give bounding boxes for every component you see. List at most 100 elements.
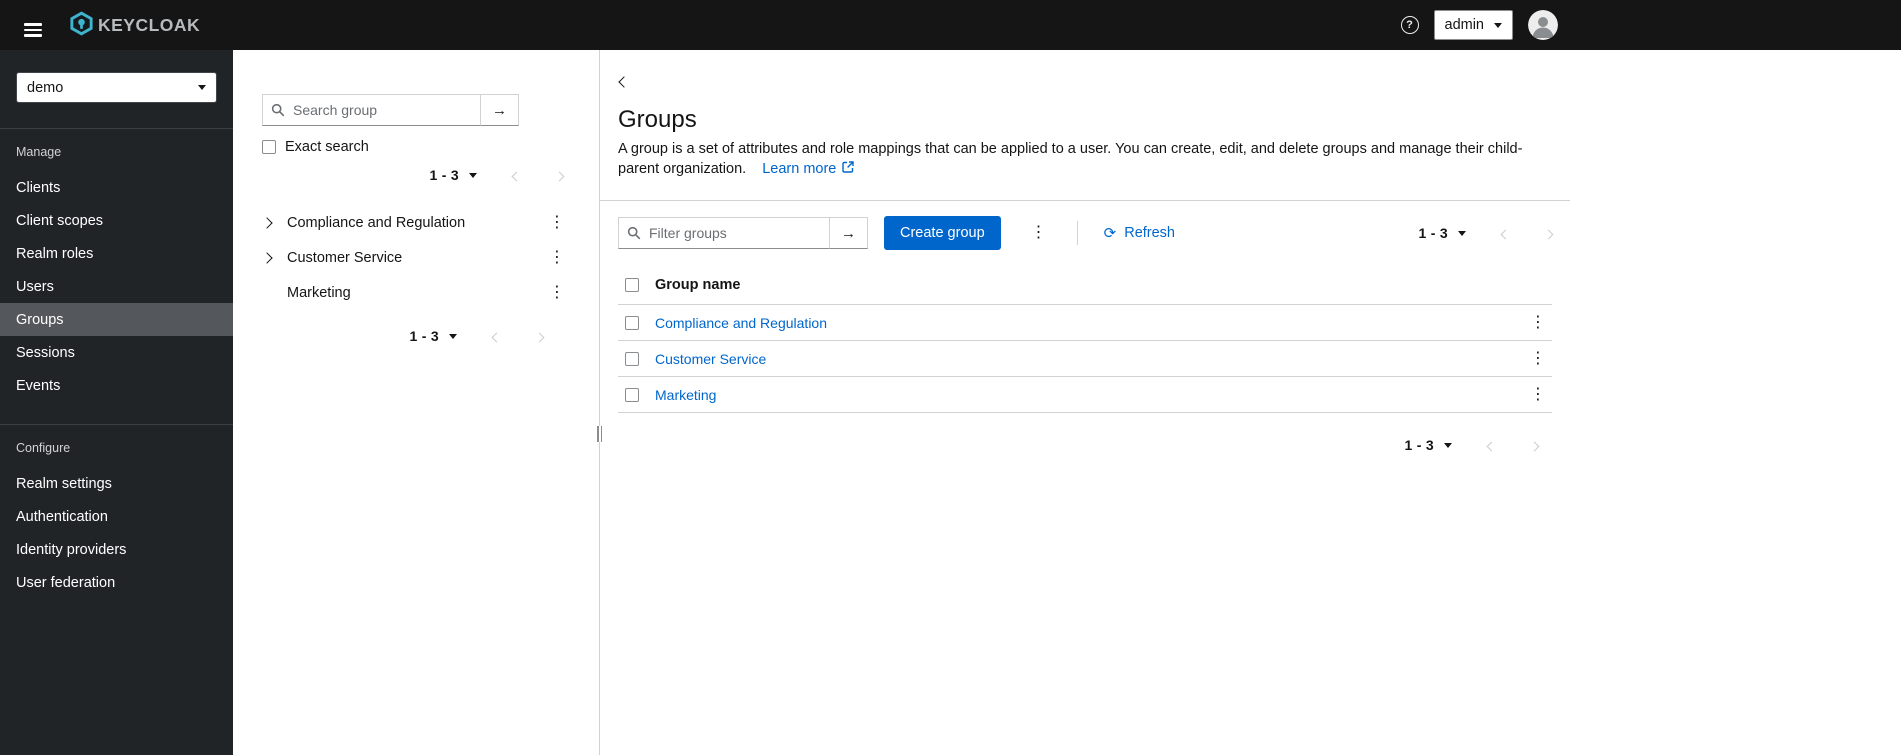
pagination-range: 1 - 3	[409, 328, 439, 344]
masthead-actions: ? admin	[1400, 0, 1558, 50]
sidebar: demo Manage Clients Client scopes Realm …	[0, 50, 233, 755]
app-body: demo Manage Clients Client scopes Realm …	[0, 50, 1901, 755]
avatar[interactable]	[1528, 10, 1558, 40]
row-checkbox[interactable]	[625, 387, 639, 402]
group-link[interactable]: Marketing	[655, 387, 716, 403]
select-all-checkbox[interactable]	[625, 277, 639, 292]
sidebar-item-identity-providers[interactable]: Identity providers	[0, 533, 233, 566]
expand-chevron-icon[interactable]	[261, 250, 287, 266]
search-submit-button[interactable]: →	[480, 94, 519, 126]
tree-pagination-top: 1 - 3	[233, 155, 599, 183]
realm-name: demo	[27, 79, 64, 96]
pagination-prev-button[interactable]	[1500, 226, 1511, 241]
pagination-next-button[interactable]	[1529, 438, 1540, 453]
group-tree-list: Compliance and Regulation ⋮ Customer Ser…	[233, 205, 599, 310]
sidebar-item-user-federation[interactable]: User federation	[0, 566, 233, 599]
kebab-menu-button[interactable]: ⋮	[545, 283, 569, 303]
pagination-next-button[interactable]	[1543, 226, 1554, 241]
sidebar-item-client-scopes[interactable]: Client scopes	[0, 204, 233, 237]
group-link[interactable]: Customer Service	[655, 351, 766, 367]
panel-resize-handle[interactable]	[597, 426, 602, 442]
column-header-group-name: Group name	[655, 276, 741, 293]
kebab-menu-button[interactable]: ⋮	[545, 213, 569, 233]
tree-item-marketing[interactable]: Marketing ⋮	[233, 275, 599, 310]
chevron-right-icon	[1529, 441, 1540, 451]
pagination-next-button[interactable]	[554, 168, 565, 183]
chevron-left-icon	[511, 171, 522, 181]
filter-submit-button[interactable]: →	[829, 217, 868, 249]
help-button[interactable]: ?	[1400, 16, 1419, 34]
group-search-input[interactable]	[262, 94, 481, 126]
chevron-left-icon	[491, 332, 502, 342]
realm-selector-container: demo	[0, 50, 233, 129]
pagination-prev-button[interactable]	[1486, 438, 1497, 453]
sidebar-item-clients[interactable]: Clients	[0, 171, 233, 204]
row-kebab-button[interactable]: ⋮	[1526, 349, 1550, 369]
main-content: Groups A group is a set of attributes an…	[600, 50, 1570, 755]
table-header-row: Group name	[618, 265, 1552, 305]
table-row[interactable]: Customer Service ⋮	[618, 341, 1552, 377]
table-pagination-bottom: 1 - 3	[618, 437, 1552, 453]
exact-search-checkbox[interactable]	[262, 140, 276, 154]
chevron-right-icon	[534, 332, 545, 342]
configure-nav-list: Realm settings Authentication Identity p…	[0, 467, 233, 599]
nav-toggle-button[interactable]	[10, 4, 56, 47]
table-row[interactable]: Compliance and Regulation ⋮	[618, 305, 1552, 341]
sidebar-item-groups[interactable]: Groups	[0, 303, 233, 336]
row-checkbox[interactable]	[625, 351, 639, 366]
row-checkbox[interactable]	[625, 315, 639, 330]
user-menu-label: admin	[1444, 17, 1485, 33]
row-kebab-button[interactable]: ⋮	[1526, 385, 1550, 405]
pagination-range-dropdown[interactable]: 1 - 3	[409, 328, 457, 344]
tree-item-compliance-and-regulation[interactable]: Compliance and Regulation ⋮	[233, 205, 599, 240]
tree-search-area: → Exact search	[233, 94, 599, 155]
realm-selector[interactable]: demo	[16, 72, 217, 103]
toolbar-kebab-button[interactable]: ⋮	[1027, 223, 1051, 243]
sidebar-item-realm-settings[interactable]: Realm settings	[0, 467, 233, 500]
arrow-right-icon: →	[841, 224, 856, 242]
keycloak-logo-icon	[68, 10, 95, 41]
chevron-down-icon	[469, 172, 477, 178]
pagination-next-button[interactable]	[534, 329, 545, 344]
row-kebab-button[interactable]: ⋮	[1526, 313, 1550, 333]
pagination-range-dropdown[interactable]: 1 - 3	[429, 167, 477, 183]
group-link[interactable]: Compliance and Regulation	[655, 315, 827, 331]
pagination-range-dropdown[interactable]: 1 - 3	[1404, 437, 1452, 453]
table-row[interactable]: Marketing ⋮	[618, 377, 1552, 413]
expand-chevron-icon[interactable]	[261, 215, 287, 231]
description-text: A group is a set of attributes and role …	[618, 141, 1523, 177]
exact-search-label: Exact search	[285, 139, 369, 155]
learn-more-label: Learn more	[762, 161, 837, 177]
pagination-prev-button[interactable]	[491, 329, 502, 344]
sidebar-item-events[interactable]: Events	[0, 369, 233, 402]
tree-item-label: Compliance and Regulation	[287, 214, 466, 231]
masthead: KEYCLOAK ? admin	[0, 0, 1901, 50]
filter-groups-input[interactable]	[618, 217, 830, 249]
arrow-right-icon: →	[492, 101, 507, 119]
group-search-group: →	[262, 94, 519, 126]
sidebar-item-authentication[interactable]: Authentication	[0, 500, 233, 533]
groups-table: Group name Compliance and Regulation ⋮ C…	[618, 265, 1552, 413]
chevron-left-icon	[618, 76, 630, 88]
learn-more-link[interactable]: Learn more	[762, 159, 855, 179]
user-menu-dropdown[interactable]: admin	[1433, 10, 1513, 40]
refresh-button[interactable]: ⟳ Refresh	[1104, 225, 1175, 241]
tree-item-customer-service[interactable]: Customer Service ⋮	[233, 240, 599, 275]
chevron-right-icon	[1543, 229, 1554, 239]
sidebar-item-realm-roles[interactable]: Realm roles	[0, 237, 233, 270]
collapse-panel-button[interactable]	[618, 74, 630, 89]
sidebar-item-users[interactable]: Users	[0, 270, 233, 303]
brand-text: KEYCLOAK	[98, 14, 201, 35]
chevron-left-icon	[1486, 441, 1497, 451]
pagination-range-dropdown[interactable]: 1 - 3	[1418, 225, 1466, 241]
pagination-range: 1 - 3	[1418, 225, 1448, 241]
sidebar-item-sessions[interactable]: Sessions	[0, 336, 233, 369]
tree-item-label: Marketing	[287, 284, 351, 301]
create-group-button[interactable]: Create group	[884, 216, 1001, 250]
manage-nav-list: Clients Client scopes Realm roles Users …	[0, 171, 233, 402]
refresh-icon: ⟳	[1103, 224, 1117, 242]
toolbar-divider	[1076, 221, 1078, 245]
exact-search-option[interactable]: Exact search	[262, 139, 567, 155]
pagination-prev-button[interactable]	[511, 168, 522, 183]
kebab-menu-button[interactable]: ⋮	[545, 248, 569, 268]
